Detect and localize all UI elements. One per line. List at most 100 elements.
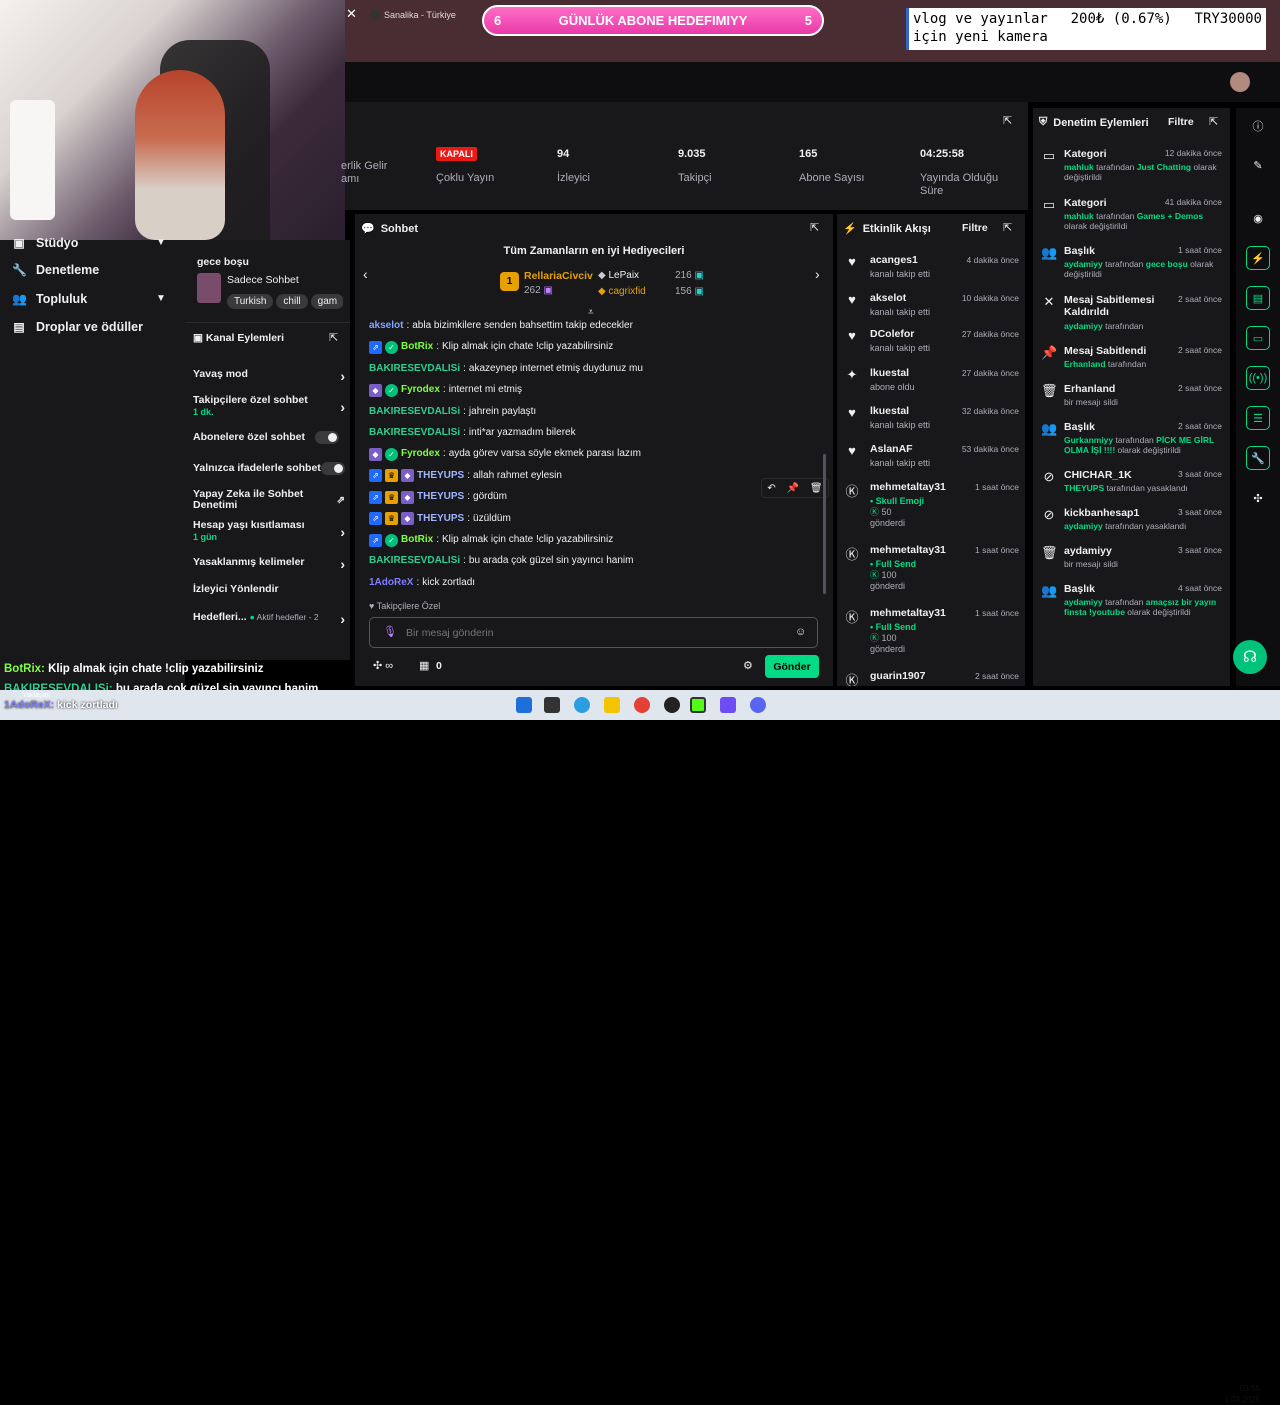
send-button[interactable]: Gönder (765, 655, 819, 678)
chat-username[interactable]: BAKIRESEVDALISi (369, 554, 460, 568)
activity-username[interactable]: mehmetaltay31 (870, 544, 946, 556)
broadcast-icon[interactable]: ((•)) (1246, 366, 1270, 390)
chat-username[interactable]: BotRix (401, 533, 433, 547)
activity-username[interactable]: DColefor (870, 328, 914, 340)
kick-points-icon[interactable]: ✣ ∞ (373, 659, 393, 672)
kick-points-icon[interactable]: ✣ (1246, 486, 1270, 510)
activity-username[interactable]: acanges1 (870, 254, 918, 266)
chrome-icon[interactable] (634, 697, 650, 713)
gifter-name[interactable]: cagrixfid (608, 286, 645, 297)
chat-message[interactable]: ◆ ✓ Fyrodex: internet mi etmiş (369, 383, 522, 397)
camera-icon[interactable]: ◉ (1246, 206, 1270, 230)
activity-username[interactable]: lkuestal (870, 405, 909, 417)
ai-moderation-row[interactable]: Yapay Zeka ile Sohbet Denetimi ⇗ (193, 489, 345, 511)
chat-username[interactable]: akselot (369, 319, 403, 333)
mod-actor[interactable]: aydamiyy (1064, 521, 1103, 531)
popout-icon[interactable]: ⇱ (810, 221, 819, 234)
chat-username[interactable]: THEYUPS (417, 469, 464, 483)
info-icon[interactable]: ⓘ (1246, 114, 1270, 138)
chat-username[interactable]: THEYUPS (417, 490, 464, 504)
wrench-icon[interactable]: 🔧 (1246, 446, 1270, 470)
tab-close-button[interactable]: ✕ (346, 6, 360, 22)
mod-actor[interactable]: mahluk (1064, 162, 1094, 172)
nav-item-drops[interactable]: ▤ Droplar ve ödüller (12, 320, 143, 334)
layout-icon[interactable]: ☰ (1246, 406, 1270, 430)
mod-actor[interactable]: aydamiyy (1064, 597, 1103, 607)
activity-username[interactable]: lkuestal (870, 367, 909, 379)
store-icon[interactable]: ▦ (419, 659, 429, 672)
app-icon[interactable] (720, 697, 736, 713)
mod-filter-button[interactable]: Filtre (1168, 116, 1194, 128)
mod-actor[interactable]: aydamiyy (1064, 259, 1103, 269)
chat-input[interactable] (369, 617, 818, 648)
chevron-down-icon[interactable]: ▼ (156, 293, 166, 304)
popout-icon[interactable]: ⇱ (1003, 114, 1012, 127)
subscribers-only-toggle[interactable] (315, 431, 339, 444)
slow-mode-row[interactable]: Yavaş mod › (193, 368, 345, 384)
chat-message[interactable]: ⇗ ✓ BotRix: Klip almak için chate !clip yaz… (369, 340, 613, 354)
mod-actor[interactable]: THEYUPS (1064, 483, 1104, 493)
tag[interactable]: gam (310, 294, 343, 309)
activity-username[interactable]: guarin1907 (870, 670, 925, 682)
activity-username[interactable]: mehmetaltay31 (870, 481, 946, 493)
reply-icon[interactable]: ↶ (767, 483, 775, 494)
emote-only-toggle[interactable] (321, 462, 345, 475)
trash-icon[interactable]: 🗑 (810, 483, 823, 494)
nav-item-studio[interactable]: ▣ Stüdyo (12, 236, 78, 250)
activity-username[interactable]: mehmetaltay31 (870, 607, 946, 619)
activity-filter-button[interactable]: Filtre (962, 222, 988, 234)
chat-message[interactable]: ⇗ ♛ ◆ THEYUPS: gördüm (369, 490, 507, 504)
discord-icon[interactable] (750, 697, 766, 713)
popout-icon[interactable]: ⇱ (329, 331, 338, 344)
banned-words-row[interactable]: Yasaklanmış kelimeler › (193, 556, 345, 572)
chevron-down-icon[interactable]: ▼ (156, 237, 166, 248)
bolt-icon[interactable]: ⚡ (1246, 246, 1270, 270)
nav-item-moderation[interactable]: 🔧 Denetleme (12, 263, 99, 277)
help-headset-icon[interactable]: ☊ (1233, 640, 1267, 674)
chat-message[interactable]: BAKIRESEVDALISi: jahrein paylaştı (369, 405, 536, 419)
avatar[interactable] (1230, 72, 1250, 92)
chat-message[interactable]: ⇗ ♛ ◆ THEYUPS: allah rahmet eylesin (369, 469, 562, 483)
chat-username[interactable]: Fyrodex (401, 447, 440, 461)
chat-message[interactable]: ◆ ✓ Fyrodex: ayda görev varsa söyle ekmek p… (369, 447, 641, 461)
windows-start-icon[interactable] (516, 697, 532, 713)
chat-message[interactable]: BAKIRESEVDALISi: akazeynep internet etmiş… (369, 362, 643, 376)
file-explorer-icon[interactable] (604, 697, 620, 713)
chat-username[interactable]: BAKIRESEVDALISi (369, 426, 460, 440)
chat-message[interactable]: 1AdoReX: kick zortladı (369, 576, 475, 590)
chat-scrollbar[interactable] (823, 454, 826, 594)
activity-username[interactable]: akselot (870, 292, 906, 304)
account-age-row[interactable]: Hesap yaşı kısıtlaması 1 gün › (193, 519, 345, 543)
followers-only-row[interactable]: Takipçilere özel sohbet 1 dk. › (193, 394, 345, 418)
tag[interactable]: chill (276, 294, 308, 309)
mod-actor[interactable]: Erhanland (1064, 359, 1106, 369)
popout-icon[interactable]: ⇱ (1209, 115, 1218, 128)
gear-icon[interactable]: ⚙ (743, 659, 753, 672)
chat-message[interactable]: BAKIRESEVDALISi: bu arada çok güzel sin y… (369, 554, 633, 568)
mod-actor[interactable]: mahluk (1064, 211, 1094, 221)
task-view-icon[interactable] (544, 697, 560, 713)
chat-username[interactable]: THEYUPS (417, 512, 464, 526)
edge-icon[interactable] (574, 697, 590, 713)
raid-row[interactable]: İzleyici Yönlendir (193, 583, 345, 595)
chat-username[interactable]: BAKIRESEVDALISi (369, 362, 460, 376)
chat-username[interactable]: BotRix (401, 340, 433, 354)
microphone-icon[interactable]: 🎙 (383, 625, 397, 638)
pin-icon[interactable]: 📌 (787, 483, 799, 494)
top-gifter-name[interactable]: RellariaCivciv (524, 270, 593, 282)
popout-icon[interactable]: ⇱ (1003, 221, 1012, 234)
nav-item-community[interactable]: 👥 Topluluk (12, 292, 87, 306)
mod-actor[interactable]: Gurkanmiyy (1064, 435, 1113, 445)
collapse-icon[interactable]: ⩡ (588, 307, 594, 318)
tag[interactable]: Turkish (227, 294, 274, 309)
chat-message[interactable]: ⇗ ✓ BotRix: Klip almak için chate !clip yaz… (369, 533, 613, 547)
chat-icon[interactable]: ▭ (1246, 326, 1270, 350)
clipboard-icon[interactable]: ▤ (1246, 286, 1270, 310)
obs-icon[interactable] (664, 697, 680, 713)
goals-row[interactable]: Hedefleri... ● Aktif hedefler - 2 › (193, 611, 345, 627)
chevron-left-icon[interactable]: ‹ (363, 266, 368, 282)
pencil-icon[interactable]: ✎ (1246, 153, 1270, 177)
chat-message[interactable]: BAKIRESEVDALISi: inti*ar yazmadım bilerek (369, 426, 576, 440)
chat-message[interactable]: ⇗ ♛ ◆ THEYUPS: üzüldüm (369, 512, 511, 526)
browser-tab[interactable]: Sanalika - Türkiye (370, 6, 485, 24)
